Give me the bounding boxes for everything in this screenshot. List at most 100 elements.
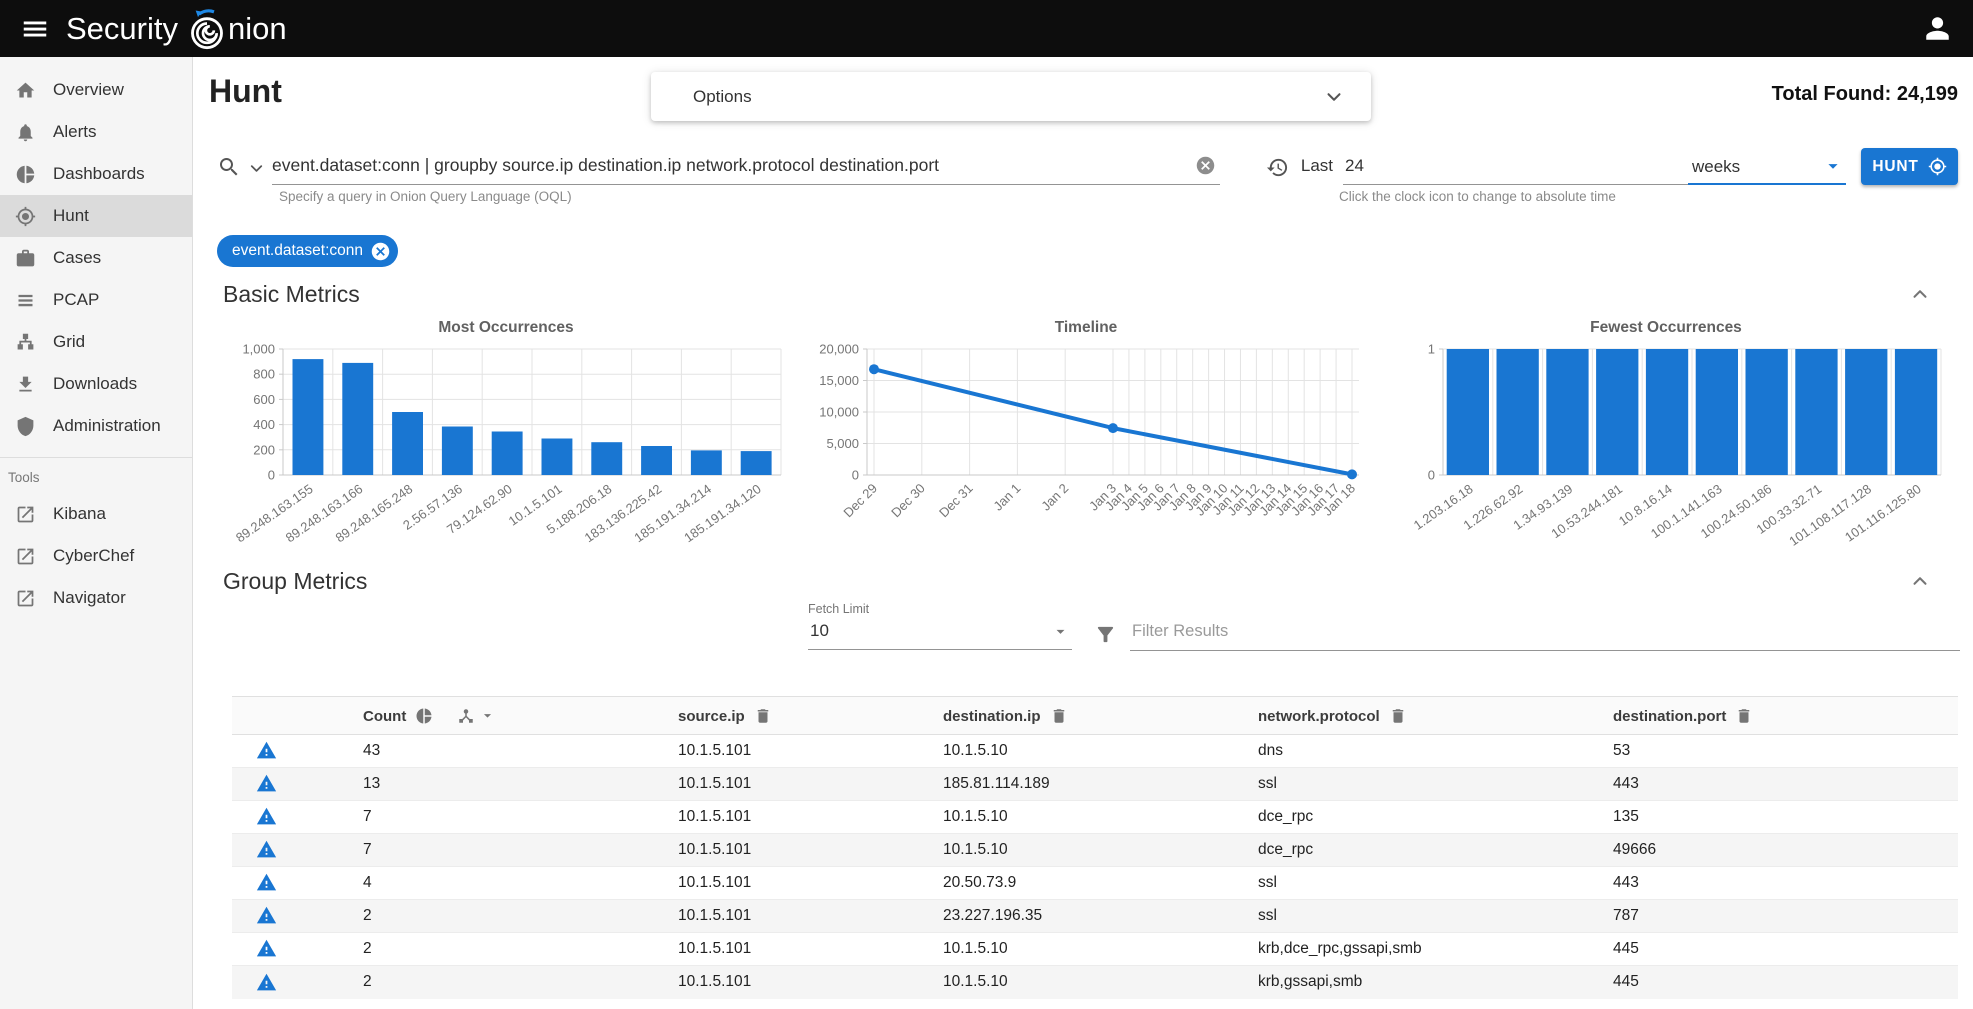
svg-text:20,000: 20,000 (819, 342, 859, 357)
filter-results-input[interactable] (1130, 622, 1960, 651)
svg-text:0: 0 (1428, 468, 1435, 483)
remove-column-button[interactable] (754, 704, 772, 724)
table-cell: 43 (345, 735, 660, 768)
sidebar-item-label: Cases (53, 248, 101, 268)
sitemap-icon (15, 332, 36, 353)
duration-input[interactable] (1343, 149, 1688, 185)
filter-chip[interactable]: event.dataset:conn (217, 235, 398, 267)
history-icon (1266, 156, 1289, 179)
column-header-destination-port[interactable]: destination.port (1595, 697, 1958, 735)
remove-filter-button[interactable] (370, 241, 391, 262)
row-warning-icon[interactable] (256, 871, 277, 894)
row-warning-icon[interactable] (256, 904, 277, 927)
table-row[interactable]: 210.1.5.10110.1.5.10krb,dce_rpc,gssapi,s… (232, 933, 1958, 966)
hunt-button[interactable]: HUNT (1861, 148, 1958, 185)
sidebar-tool-label: CyberChef (53, 546, 134, 566)
sidebar-item-cases[interactable]: Cases (0, 237, 192, 279)
pie-chart-icon-button[interactable] (415, 704, 433, 724)
table-cell: 10.1.5.10 (925, 834, 1240, 867)
fetch-limit-select[interactable]: Fetch Limit 10 (808, 602, 1072, 650)
duration-units-value: weeks (1692, 157, 1740, 177)
sidebar-item-dashboards[interactable]: Dashboards (0, 153, 192, 195)
sidebar-tool-navigator[interactable]: Navigator (0, 577, 192, 619)
query-history-chevron[interactable] (247, 159, 266, 178)
filter-chip-label: event.dataset:conn (232, 242, 363, 260)
query-hint: Specify a query in Onion Query Language … (279, 189, 572, 204)
sidebar-item-label: PCAP (53, 290, 99, 310)
sidebar-item-grid[interactable]: Grid (0, 321, 192, 363)
column-header-source-ip[interactable]: source.ip (660, 697, 925, 735)
table-row[interactable]: 210.1.5.10123.227.196.35ssl787 (232, 900, 1958, 933)
clear-query-button[interactable] (1195, 155, 1216, 176)
table-cell: ssl (1240, 900, 1595, 933)
remove-column-button[interactable] (1050, 704, 1068, 724)
sidebar-item-downloads[interactable]: Downloads (0, 363, 192, 405)
time-hint: Click the clock icon to change to absolu… (1339, 189, 1616, 204)
row-warning-icon[interactable] (256, 805, 277, 828)
table-cell: dns (1240, 735, 1595, 768)
options-dropdown[interactable]: Options (651, 72, 1371, 121)
svg-text:0: 0 (268, 468, 275, 483)
svg-text:0: 0 (852, 468, 859, 483)
flow-icon-button[interactable] (457, 704, 475, 724)
query-input[interactable] (272, 149, 1186, 184)
warning-icon (256, 972, 277, 993)
menu-button[interactable] (20, 14, 50, 44)
column-header-count[interactable]: Count (345, 697, 660, 735)
sidebar-item-administration[interactable]: Administration (0, 405, 192, 447)
clock-icon-button[interactable] (1266, 156, 1289, 179)
chart-most-occurrences: Most Occurrences02004006008001,00089.248… (223, 319, 789, 556)
collapse-basic-metrics-button[interactable] (1909, 283, 1931, 305)
sidebar-item-alerts[interactable]: Alerts (0, 111, 192, 153)
svg-text:Dec 29: Dec 29 (840, 481, 880, 521)
collapse-group-metrics-button[interactable] (1909, 570, 1931, 592)
sidebar-item-pcap[interactable]: PCAP (0, 279, 192, 321)
onion-logo-icon (187, 6, 227, 52)
caret-down-icon-button[interactable] (479, 705, 496, 724)
sidebar-tool-cyberchef[interactable]: CyberChef (0, 535, 192, 577)
warning-icon (256, 773, 277, 794)
row-warning-icon[interactable] (256, 772, 277, 795)
trash-icon (1389, 707, 1407, 725)
table-row[interactable]: 1310.1.5.101185.81.114.189ssl443 (232, 768, 1958, 801)
filter-chips-row: event.dataset:conn (193, 211, 1973, 269)
open-in-new-icon (15, 504, 36, 525)
group-metrics-header: Group Metrics (193, 556, 1973, 600)
svg-text:600: 600 (253, 392, 275, 407)
group-metrics-section: Group Metrics Fetch Limit 10 (193, 556, 1973, 999)
table-row[interactable]: 710.1.5.10110.1.5.10dce_rpc135 (232, 801, 1958, 834)
total-found-value: 24,199 (1897, 83, 1958, 105)
row-warning-icon[interactable] (256, 937, 277, 960)
table-row[interactable]: 4310.1.5.10110.1.5.10dns53 (232, 735, 1958, 768)
svg-text:10,000: 10,000 (819, 405, 859, 420)
sidebar-item-overview[interactable]: Overview (0, 69, 192, 111)
row-warning-icon[interactable] (256, 838, 277, 861)
remove-column-button[interactable] (1735, 704, 1753, 724)
table-cell: 10.1.5.10 (925, 966, 1240, 999)
user-menu-button[interactable] (1924, 15, 1951, 42)
chart-fewest-occurrences: Fewest Occurrences011.203.16.181.226.62.… (1383, 319, 1949, 556)
sidebar-tool-kibana[interactable]: Kibana (0, 493, 192, 535)
sidebar-item-label: Overview (53, 80, 124, 100)
svg-text:5,000: 5,000 (826, 436, 859, 451)
table-row[interactable]: 410.1.5.10120.50.73.9ssl443 (232, 867, 1958, 900)
row-warning-icon[interactable] (256, 970, 277, 993)
crosshair-icon (15, 206, 36, 227)
table-row[interactable]: 210.1.5.10110.1.5.10krb,gssapi,smb445 (232, 966, 1958, 999)
search-icon[interactable] (217, 155, 241, 179)
table-cell: 4 (345, 867, 660, 900)
warning-icon (256, 872, 277, 893)
row-warning-icon[interactable] (256, 739, 277, 762)
remove-column-button[interactable] (1389, 704, 1407, 724)
table-row[interactable]: 710.1.5.10110.1.5.10dce_rpc49666 (232, 834, 1958, 867)
sidebar-item-hunt[interactable]: Hunt (0, 195, 192, 237)
column-header-network-protocol[interactable]: network.protocol (1240, 697, 1595, 735)
column-header-destination-ip[interactable]: destination.ip (925, 697, 1240, 735)
total-found: Total Found: 24,199 (1772, 83, 1958, 106)
charts-row: Most Occurrences02004006008001,00089.248… (193, 313, 1973, 556)
table-cell: 10.1.5.101 (660, 867, 925, 900)
svg-text:200: 200 (253, 442, 275, 457)
duration-units-select[interactable]: weeks (1688, 149, 1846, 185)
sidebar-item-label: Grid (53, 332, 85, 352)
chart-canvas: Dec 29Dec 30Dec 31Jan 1Jan 2Jan 3Jan 4Ja… (803, 339, 1369, 551)
